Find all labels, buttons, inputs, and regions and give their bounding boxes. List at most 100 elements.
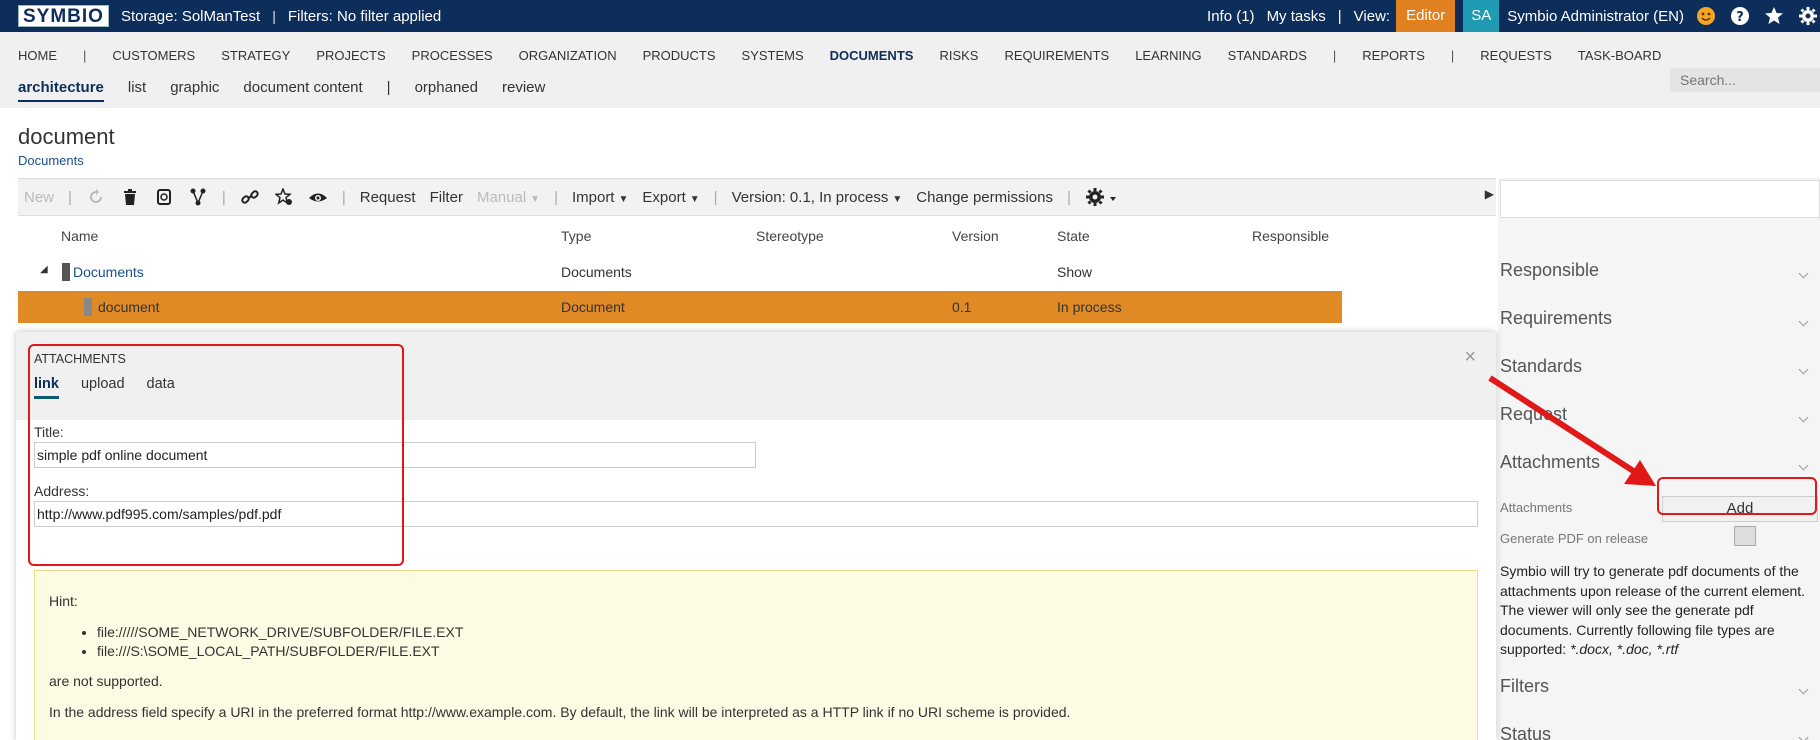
import-label: Import xyxy=(571,188,615,206)
version-dropdown[interactable]: Version: 0.1, In process ▼ xyxy=(732,189,903,206)
symbio-logo[interactable]: SYMBIO xyxy=(18,5,109,27)
nav-customers[interactable]: CUSTOMERS xyxy=(112,48,195,63)
table-row[interactable]: ◢ Documents Documents Show xyxy=(18,256,1342,288)
nav-products[interactable]: PRODUCTS xyxy=(643,48,716,63)
annotation-box-add xyxy=(1657,477,1817,515)
favorite-add-icon[interactable] xyxy=(274,187,294,207)
new-button[interactable]: New xyxy=(24,189,54,206)
section-requirements[interactable]: Requirements xyxy=(1500,308,1612,329)
archive-icon[interactable] xyxy=(154,187,174,207)
nav-requirements[interactable]: REQUIREMENTS xyxy=(1004,48,1109,63)
nav-task-board[interactable]: TASK-BOARD xyxy=(1578,48,1662,63)
smiley-icon[interactable] xyxy=(1696,6,1716,26)
toolbar-separator: | xyxy=(221,188,226,206)
delete-icon[interactable] xyxy=(120,187,140,207)
column-state[interactable]: State xyxy=(1057,228,1090,244)
toolbar-separator: | xyxy=(341,188,346,206)
row-version: 0.1 xyxy=(952,299,972,315)
main-navigation: HOME | CUSTOMERS STRATEGY PROJECTS PROCE… xyxy=(0,32,1820,108)
nav-learning[interactable]: LEARNING xyxy=(1135,48,1201,63)
section-attachments[interactable]: Attachments xyxy=(1500,452,1600,473)
generate-pdf-checkbox[interactable] xyxy=(1734,526,1756,546)
import-dropdown[interactable]: Import ▼ xyxy=(572,189,628,206)
list-item: file://///SOME_NETWORK_DRIVE/SUBFOLDER/F… xyxy=(97,623,463,642)
version-label: Version: 0.1, In process xyxy=(731,188,889,206)
watch-icon[interactable] xyxy=(308,187,328,207)
subnav-separator: | xyxy=(386,79,391,96)
section-responsible[interactable]: Responsible xyxy=(1500,260,1599,281)
request-button[interactable]: Request xyxy=(360,189,416,206)
structure-icon[interactable] xyxy=(188,187,208,207)
export-label: Export xyxy=(642,188,686,206)
star-icon[interactable] xyxy=(1764,6,1784,26)
subnav-document-content[interactable]: document content xyxy=(243,79,362,102)
nav-organization[interactable]: ORGANIZATION xyxy=(519,48,617,63)
attachments-label: Attachments xyxy=(1500,500,1573,515)
section-request[interactable]: Request xyxy=(1500,404,1567,425)
nav-requests[interactable]: REQUESTS xyxy=(1480,48,1552,63)
change-permissions-button[interactable]: Change permissions xyxy=(916,189,1053,206)
nav-risks[interactable]: RISKS xyxy=(939,48,978,63)
separator: | xyxy=(272,8,276,24)
nav-home[interactable]: HOME xyxy=(18,48,57,63)
manual-label: Manual xyxy=(476,188,527,206)
chevron-down-icon: ▼ xyxy=(618,193,629,205)
separator: | xyxy=(1337,7,1342,25)
hint-detail: In the address field specify a URI in th… xyxy=(49,704,1071,720)
link-icon[interactable] xyxy=(240,187,260,207)
export-dropdown[interactable]: Export ▼ xyxy=(642,189,699,206)
storage-selector[interactable]: Storage: SolManTest xyxy=(121,8,260,25)
column-type[interactable]: Type xyxy=(561,228,591,244)
section-filters[interactable]: Filters xyxy=(1500,676,1549,697)
list-item: file:///S:\SOME_LOCAL_PATH/SUBFOLDER/FIL… xyxy=(97,642,463,661)
chevron-down-icon: ▼ xyxy=(530,193,541,205)
element-icon xyxy=(84,298,92,316)
subnav-list[interactable]: list xyxy=(128,79,146,102)
table-row-selected[interactable]: document Document 0.1 In process xyxy=(18,291,1342,323)
panel-top-box xyxy=(1500,180,1820,218)
search-input[interactable] xyxy=(1670,68,1820,92)
subnav-review[interactable]: review xyxy=(502,79,545,102)
generate-pdf-label: Generate PDF on release xyxy=(1500,531,1649,546)
column-name[interactable]: Name xyxy=(61,228,98,244)
subnav-orphaned[interactable]: orphaned xyxy=(415,79,478,102)
page-title: document xyxy=(18,124,115,149)
section-status[interactable]: Status xyxy=(1500,724,1551,740)
settings-gear-icon[interactable] xyxy=(1085,187,1119,207)
info-link[interactable]: Info (1) xyxy=(1207,8,1255,25)
filter-button[interactable]: Filter xyxy=(430,189,463,206)
collapse-icon[interactable]: ◢ xyxy=(40,264,48,275)
column-version[interactable]: Version xyxy=(952,228,999,244)
refresh-icon[interactable] xyxy=(86,187,106,207)
row-name[interactable]: document xyxy=(98,299,159,315)
manual-dropdown[interactable]: Manual ▼ xyxy=(477,189,540,206)
close-icon[interactable]: × xyxy=(1464,346,1476,369)
view-label: View: xyxy=(1353,7,1391,25)
nav-strategy[interactable]: STRATEGY xyxy=(221,48,290,63)
panel-toggle-icon[interactable]: ▶ xyxy=(1485,187,1494,201)
nav-documents[interactable]: DOCUMENTS xyxy=(830,48,914,63)
subnav-graphic[interactable]: graphic xyxy=(170,79,219,102)
nav-standards[interactable]: STANDARDS xyxy=(1228,48,1307,63)
section-standards[interactable]: Standards xyxy=(1500,356,1582,377)
nav-processes[interactable]: PROCESSES xyxy=(412,48,493,63)
hint-not-supported: are not supported. xyxy=(49,673,163,689)
table-header: Name Type Stereotype Version State Respo… xyxy=(18,222,1338,252)
column-responsible[interactable]: Responsible xyxy=(1252,228,1329,244)
gear-icon[interactable] xyxy=(1798,6,1818,26)
view-editor-toggle[interactable]: Editor xyxy=(1396,0,1456,32)
column-stereotype[interactable]: Stereotype xyxy=(756,228,824,244)
subnav-architecture[interactable]: architecture xyxy=(18,79,104,102)
nav-systems[interactable]: SYSTEMS xyxy=(742,48,804,63)
toolbar-separator: | xyxy=(68,188,72,206)
breadcrumb[interactable]: Documents xyxy=(18,153,84,168)
help-icon[interactable]: ? xyxy=(1730,6,1750,26)
user-avatar[interactable]: SA xyxy=(1463,0,1500,32)
nav-reports[interactable]: REPORTS xyxy=(1362,48,1425,63)
user-name[interactable]: Symbio Administrator (EN) xyxy=(1507,8,1684,25)
nav-projects[interactable]: PROJECTS xyxy=(316,48,385,63)
row-name[interactable]: Documents xyxy=(73,264,144,280)
filters-selector[interactable]: Filters: No filter applied xyxy=(288,8,441,25)
pdf-generation-note: Symbio will try to generate pdf document… xyxy=(1500,562,1820,660)
my-tasks-link[interactable]: My tasks xyxy=(1267,8,1326,25)
